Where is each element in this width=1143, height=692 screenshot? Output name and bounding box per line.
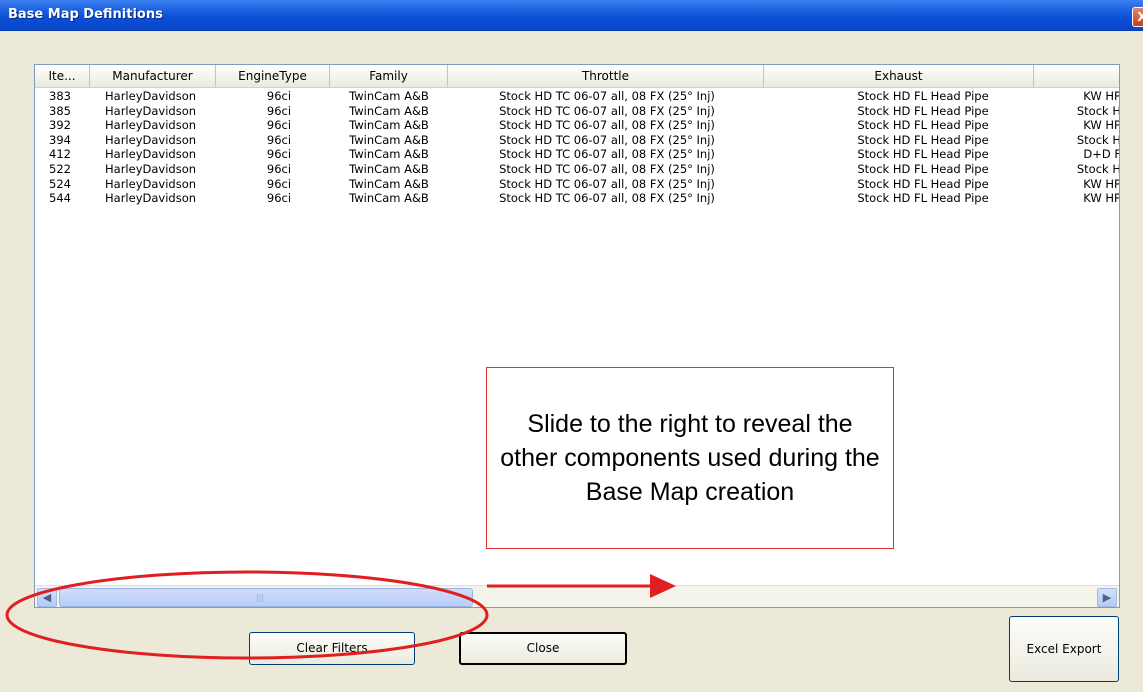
annotation-ellipse xyxy=(5,570,489,660)
annotation-overlay xyxy=(5,570,676,660)
base-map-definitions-window: Base Map Definitions X Ite... Manufactur… xyxy=(0,0,1143,692)
annotation-arrow-head xyxy=(650,574,676,598)
